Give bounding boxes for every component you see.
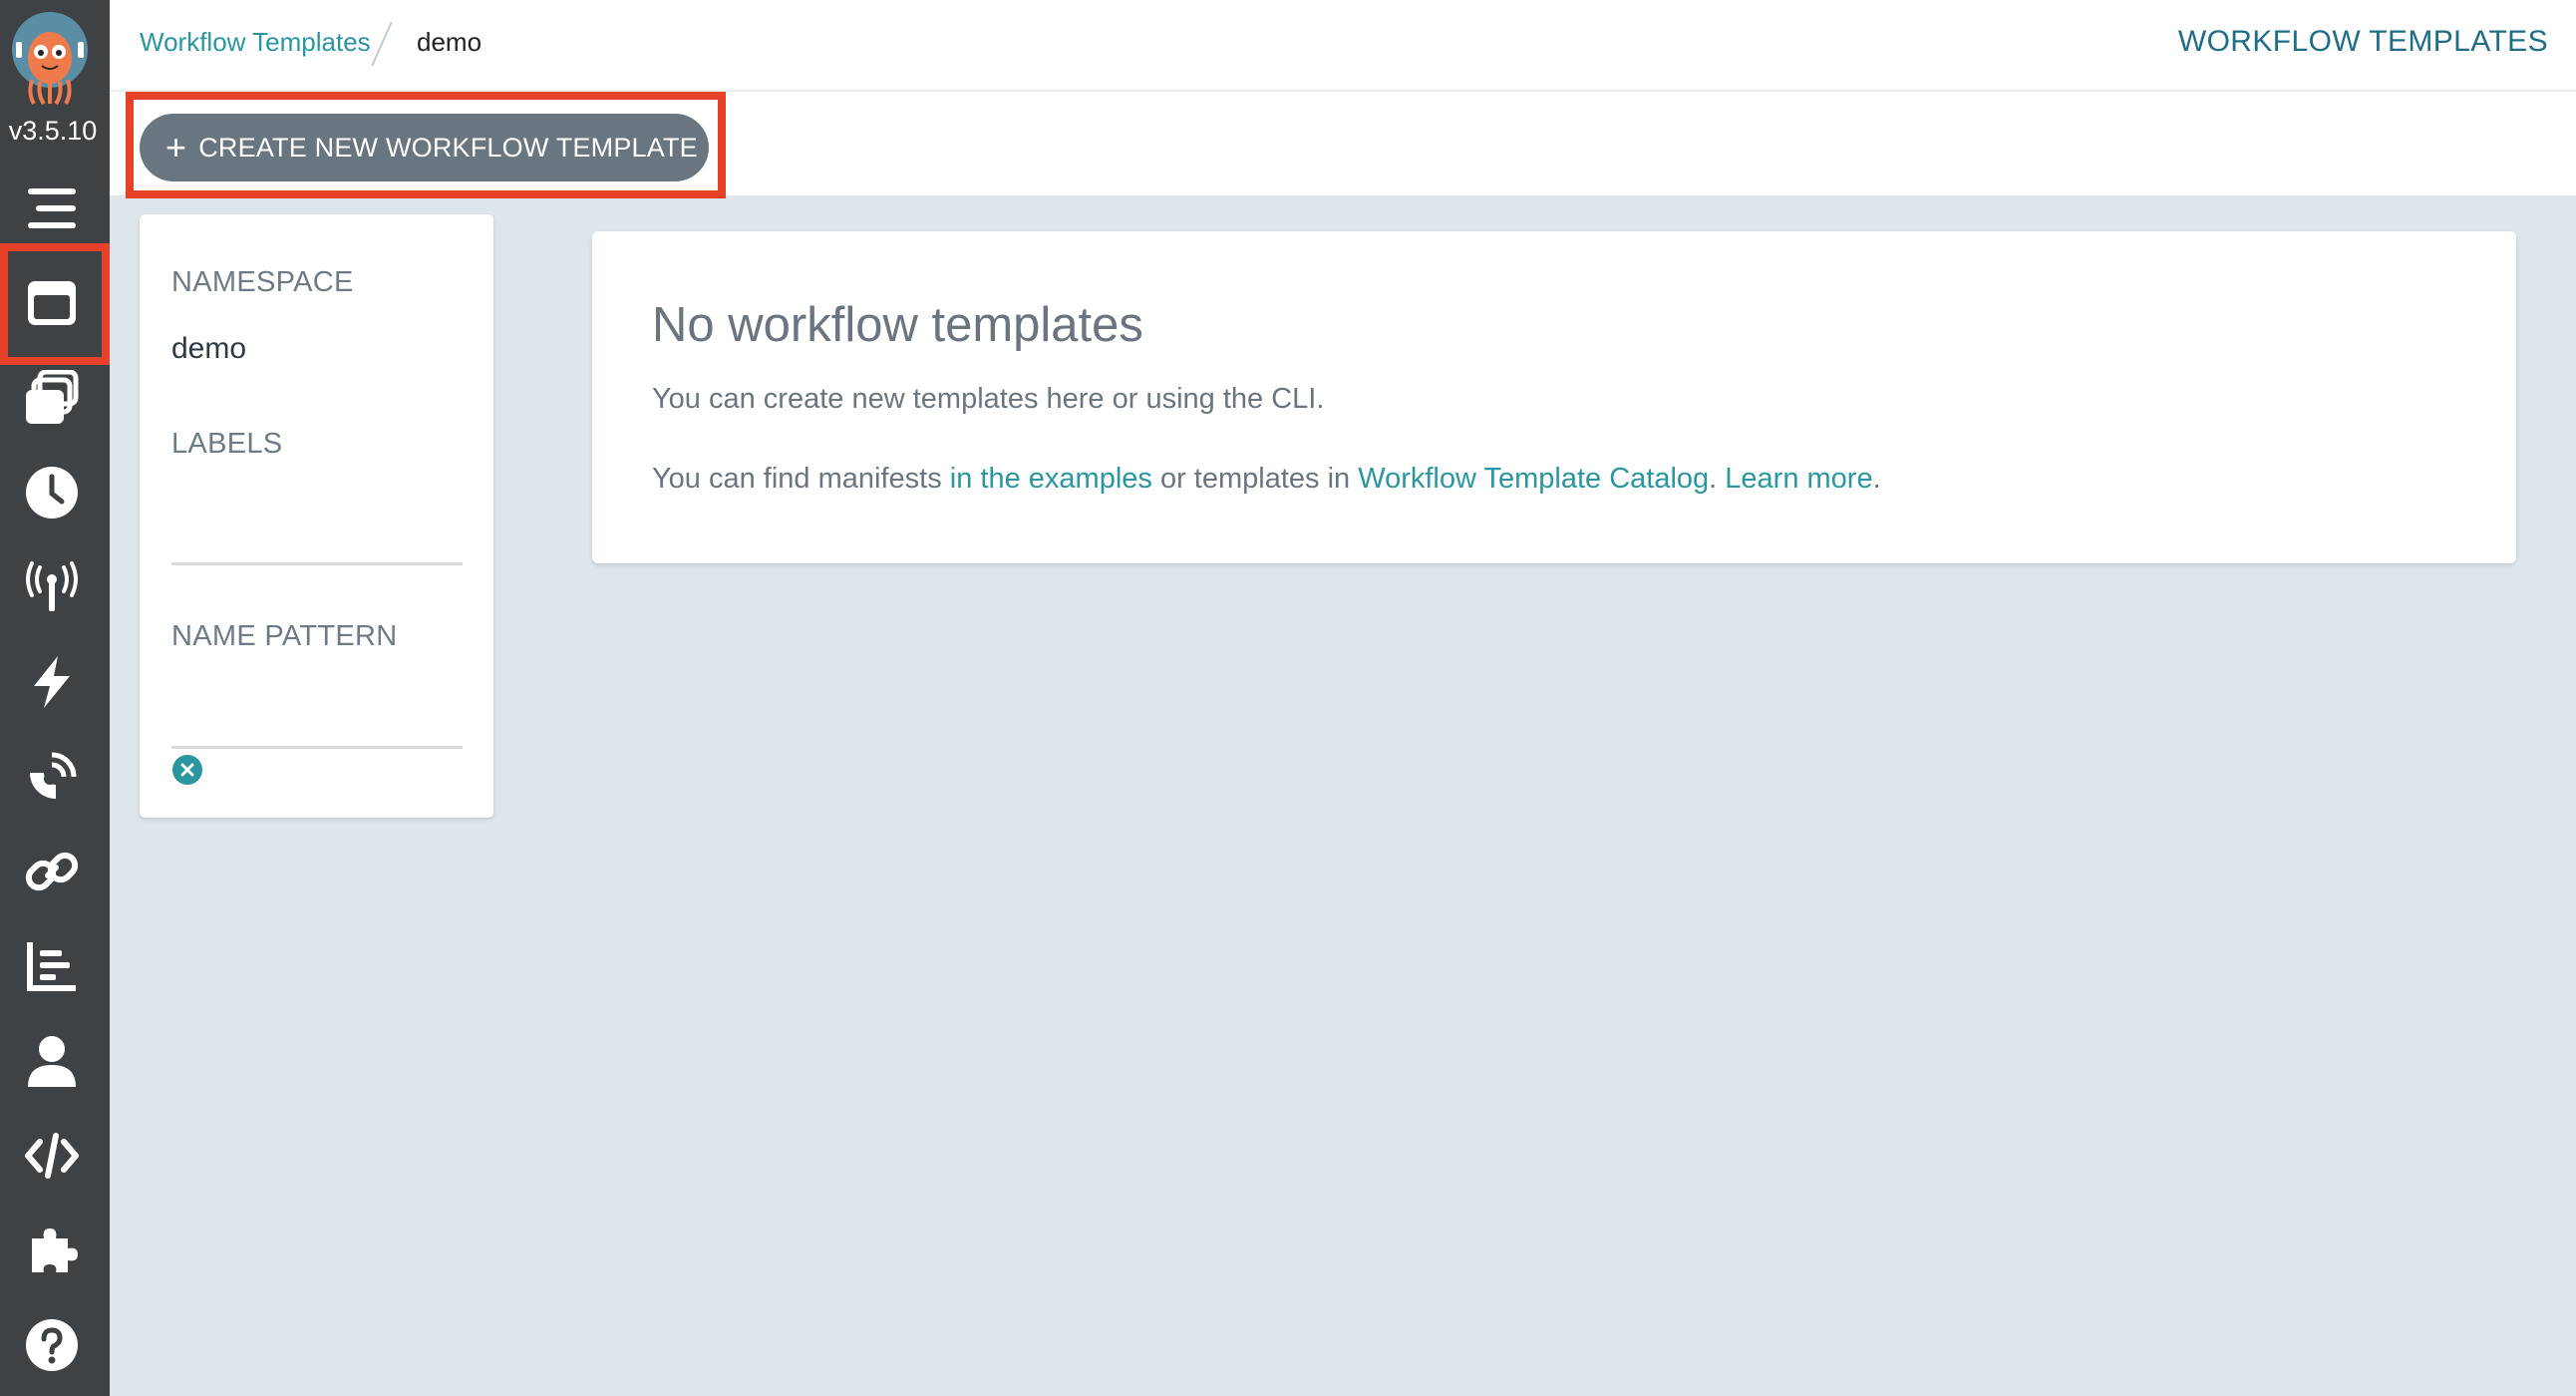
link-icon[interactable] [0, 825, 104, 918]
catalog-link[interactable]: Workflow Template Catalog [1358, 463, 1709, 495]
reports-icon[interactable] [0, 919, 104, 1013]
empty-state-title: No workflow templates [652, 298, 1143, 352]
clear-filter-icon[interactable] [171, 754, 203, 786]
page-title: WORKFLOW TEMPLATES [2177, 25, 2548, 58]
highlight-box-create-button [126, 92, 726, 198]
breadcrumb-current: demo [417, 27, 483, 57]
user-icon[interactable] [0, 1014, 104, 1108]
filter-panel: NAMESPACE demo LABELS NAME PATTERN [140, 214, 493, 818]
empty-state-text: You can create new templates here or usi… [652, 383, 1325, 415]
lightning-icon[interactable] [0, 635, 104, 729]
plugin-icon[interactable] [0, 1204, 104, 1297]
argo-logo-icon[interactable] [10, 10, 90, 106]
namespace-label: NAMESPACE [171, 266, 354, 298]
labels-input[interactable] [171, 562, 463, 565]
empty-state-links-text: You can find manifests in the examples o… [652, 463, 1881, 496]
name-pattern-label: NAME PATTERN [171, 620, 398, 652]
highlight-box-nav [0, 243, 110, 365]
satellite-icon[interactable] [0, 730, 104, 824]
separator-text: . [1709, 463, 1726, 495]
clock-icon[interactable] [0, 446, 104, 539]
learn-more-link[interactable]: Learn more [1725, 463, 1872, 495]
top-header: Workflow Templates demo WORKFLOW TEMPLAT… [110, 0, 2576, 92]
help-icon[interactable] [0, 1298, 104, 1392]
event-source-icon[interactable] [0, 540, 104, 634]
sidebar: v3.5.10 [0, 0, 110, 1396]
templates-text: or templates in [1151, 463, 1359, 495]
name-pattern-input[interactable] [171, 746, 463, 749]
code-icon[interactable] [0, 1109, 104, 1203]
manifests-text: You can find manifests [652, 463, 950, 495]
labels-label: LABELS [171, 428, 283, 460]
breadcrumb-workflow-templates-link[interactable]: Workflow Templates [140, 27, 371, 58]
namespace-input[interactable]: demo [171, 332, 246, 366]
hamburger-icon[interactable] [0, 162, 104, 255]
cluster-templates-icon[interactable] [0, 351, 104, 445]
version-label: v3.5.10 [8, 116, 98, 146]
examples-link[interactable]: in the examples [950, 463, 1152, 495]
breadcrumb-separator [371, 21, 393, 67]
empty-state-card: No workflow templates You can create new… [592, 231, 2516, 563]
period-text: . [1872, 463, 1881, 495]
